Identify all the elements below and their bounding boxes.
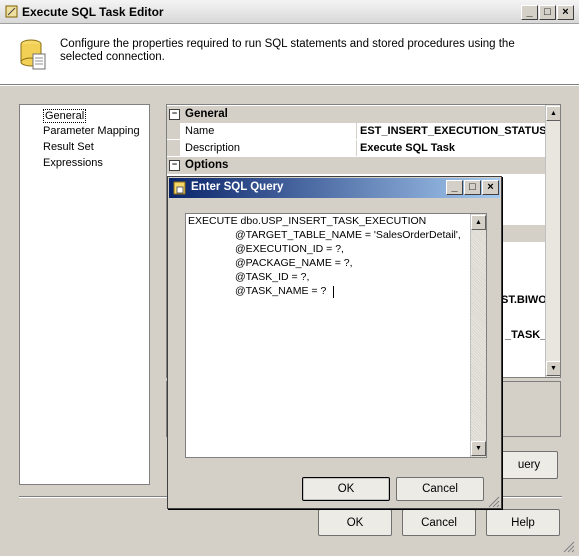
build-query-label: uery [517,459,541,471]
category-general[interactable]: − General [167,106,545,124]
header-area: Configure the properties required to run… [0,24,579,84]
property-value: Execute SQL Task [360,142,455,154]
sql-line: @EXECUTION_ID = ?, [235,243,344,255]
text-cursor [333,286,334,298]
nav-item-parameter-mapping[interactable]: Parameter Mapping [43,125,140,137]
sql-query-textarea[interactable]: EXECUTE dbo.USP_INSERT_TASK_EXECUTION @T… [185,213,487,458]
sql-scroll-up-button[interactable]: ▲ [471,215,486,230]
ok-button[interactable]: OK [318,509,392,536]
dialog-icon [173,181,186,195]
property-label: Description [185,142,241,154]
property-value: EST_INSERT_EXECUTION_STATUS [360,125,547,137]
header-divider [0,84,579,86]
scroll-up-button[interactable]: ▲ [546,106,560,121]
nav-panel: General Parameter Mapping Result Set Exp… [19,104,150,485]
grid-scrollbar[interactable]: ▲ ▼ [545,105,560,377]
dialog-ok-button[interactable]: OK [302,477,390,501]
property-row-name[interactable]: Name EST_INSERT_EXECUTION_STATUS [167,123,547,141]
sql-line: @TASK_NAME = ? [235,285,327,297]
cancel-button[interactable]: Cancel [402,509,476,536]
dialog-title: Enter SQL Query [191,181,284,193]
nav-item-expressions[interactable]: Expressions [43,157,103,169]
sql-line: @TARGET_TABLE_NAME = 'SalesOrderDetail', [235,229,461,241]
nav-item-general[interactable]: General [43,109,87,123]
help-button[interactable]: Help [486,509,560,536]
dialog-cancel-button[interactable]: Cancel [396,477,484,501]
category-label: Options [185,159,229,171]
dialog-close-button[interactable]: × [482,180,499,195]
minimize-button[interactable]: _ [521,5,538,20]
collapse-icon[interactable]: − [169,160,180,171]
dialog-title-bar: Enter SQL Query _ □ × [169,178,500,198]
category-label: General [185,108,228,120]
dialog-minimize-button[interactable]: _ [446,180,463,195]
scroll-down-button[interactable]: ▼ [546,361,560,376]
enter-sql-query-dialog: Enter SQL Query _ □ × EXECUTE dbo.USP_IN… [167,176,502,509]
app-icon [5,5,18,18]
category-options[interactable]: − Options [167,157,545,175]
sql-scrollbar[interactable]: ▲ ▼ [470,214,486,457]
resize-grip[interactable] [562,540,575,553]
sql-line: @TASK_ID = ?, [235,271,310,283]
obscured-value-2: _TASK_ [505,329,547,341]
header-description: Configure the properties required to run… [60,38,515,63]
sql-line: EXECUTE dbo.USP_INSERT_TASK_EXECUTION [188,215,427,227]
close-button[interactable]: × [557,5,574,20]
property-label: Name [185,125,215,137]
title-bar: Execute SQL Task Editor _ □ × [0,0,579,24]
nav-item-result-set[interactable]: Result Set [43,141,94,153]
dialog-maximize-button[interactable]: □ [464,180,481,195]
maximize-button[interactable]: □ [539,5,556,20]
database-icon [19,38,49,72]
sql-line: @PACKAGE_NAME = ?, [235,257,353,269]
sql-scroll-down-button[interactable]: ▼ [471,441,486,456]
dialog-resize-grip[interactable] [487,495,500,508]
obscured-value-1: ST.BIWO [501,294,547,306]
property-row-description[interactable]: Description Execute SQL Task [167,140,545,158]
window-title: Execute SQL Task Editor [22,5,164,19]
collapse-icon[interactable]: − [169,109,180,120]
